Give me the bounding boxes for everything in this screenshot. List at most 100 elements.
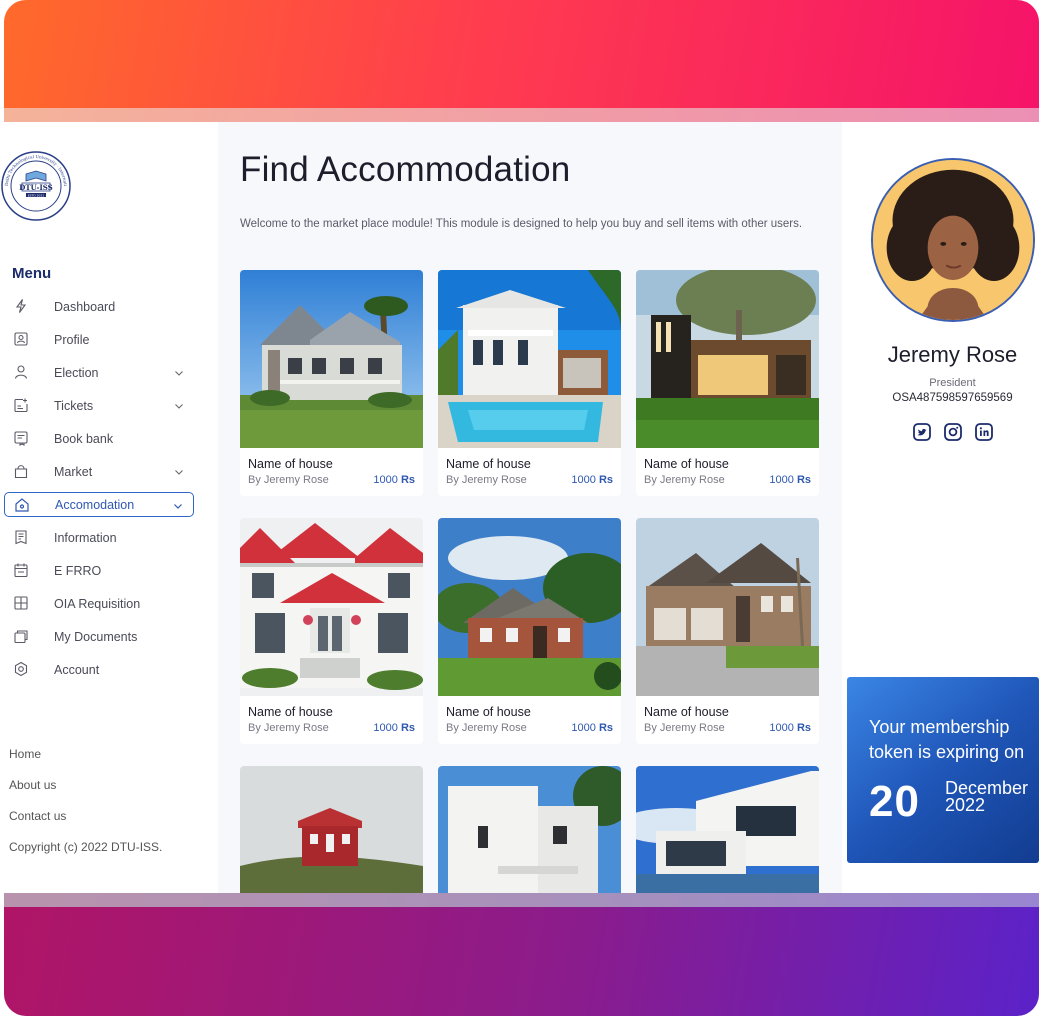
sidebar-item-label: Market bbox=[54, 464, 93, 479]
sidebar-item-book-bank[interactable]: Book bank bbox=[4, 422, 194, 455]
top-band-strip bbox=[4, 108, 1039, 122]
sidebar-menu: Dashboard Profile Election Tickets Book … bbox=[4, 290, 194, 686]
user-icon bbox=[13, 364, 29, 380]
svg-text:DTU-ISS: DTU-ISS bbox=[19, 183, 52, 192]
price-unit: Rs bbox=[400, 474, 415, 486]
chevron-down-icon[interactable] bbox=[174, 367, 184, 377]
house-card[interactable]: Name of house By Jeremy Rose 1000 Rs bbox=[240, 518, 423, 744]
sidebar-item-oia-requisition[interactable]: OIA Requisition bbox=[4, 587, 194, 620]
house-name: Name of house bbox=[446, 457, 531, 471]
calendar-icon bbox=[13, 562, 29, 578]
house-name: Name of house bbox=[248, 457, 333, 471]
white-villa-pool-photo bbox=[438, 270, 621, 448]
profile-card-icon bbox=[13, 331, 29, 347]
sidebar-item-dashboard[interactable]: Dashboard bbox=[4, 290, 194, 323]
token-month-year: December 2022 bbox=[945, 779, 1028, 815]
top-decor-band bbox=[4, 0, 1039, 122]
instagram-icon[interactable] bbox=[943, 422, 963, 442]
sidebar-item-label: Account bbox=[54, 662, 100, 677]
grey-cottage-photo bbox=[240, 270, 423, 448]
membership-token-card: Your membership token is expiring on 20 … bbox=[847, 677, 1039, 863]
sidebar-item-tickets[interactable]: Tickets bbox=[4, 389, 194, 422]
modern-wood-house-photo bbox=[636, 270, 819, 448]
footer-link-contact[interactable]: Contact us bbox=[9, 809, 162, 840]
ticket-icon bbox=[13, 397, 29, 413]
price-amount: 1000 bbox=[571, 474, 596, 486]
house-price: 1000 Rs bbox=[373, 474, 415, 486]
profile-role: President bbox=[929, 377, 976, 389]
bolt-icon bbox=[13, 298, 29, 314]
bottom-decor-band bbox=[4, 893, 1039, 1016]
sidebar-item-label: Dashboard bbox=[54, 299, 116, 314]
price-amount: 1000 bbox=[769, 474, 794, 486]
sidebar-item-label: Election bbox=[54, 365, 99, 380]
sidebar-item-label: Accomodation bbox=[55, 497, 135, 512]
chevron-down-icon[interactable] bbox=[174, 466, 184, 476]
sidebar-item-profile[interactable]: Profile bbox=[4, 323, 194, 356]
sidebar-item-label: Information bbox=[54, 530, 117, 545]
house-card[interactable]: Name of house By Jeremy Rose 1000 Rs bbox=[240, 270, 423, 496]
price-amount: 1000 bbox=[769, 722, 794, 734]
house-price: 1000 Rs bbox=[769, 474, 811, 486]
main-content: Find Accommodation Welcome to the market… bbox=[218, 122, 842, 893]
price-unit: Rs bbox=[598, 722, 613, 734]
price-unit: Rs bbox=[598, 474, 613, 486]
social-links bbox=[912, 422, 994, 442]
price-unit: Rs bbox=[400, 722, 415, 734]
red-hut-hill-photo bbox=[240, 766, 423, 893]
footer-link-about[interactable]: About us bbox=[9, 778, 162, 809]
sidebar-item-label: OIA Requisition bbox=[54, 596, 141, 611]
token-year: 2022 bbox=[945, 795, 986, 815]
house-card[interactable] bbox=[438, 766, 621, 893]
sidebar-item-election[interactable]: Election bbox=[4, 356, 194, 389]
sidebar-item-label: Profile bbox=[54, 332, 90, 347]
house-name: Name of house bbox=[644, 457, 729, 471]
sidebar-item-accomodation[interactable]: Accomodation bbox=[4, 492, 194, 517]
house-card[interactable]: Name of house By Jeremy Rose 1000 Rs bbox=[636, 518, 819, 744]
settings-icon bbox=[13, 661, 29, 677]
chevron-down-icon[interactable] bbox=[174, 400, 184, 410]
chevron-down-icon[interactable] bbox=[173, 500, 183, 510]
house-price: 1000 Rs bbox=[769, 722, 811, 734]
sidebar-item-my-documents[interactable]: My Documents bbox=[4, 620, 194, 653]
twitter-icon[interactable] bbox=[912, 422, 932, 442]
price-amount: 1000 bbox=[373, 474, 398, 486]
sidebar-item-market[interactable]: Market bbox=[4, 455, 194, 488]
footer-links: Home About us Contact us Copyright (c) 2… bbox=[9, 747, 162, 871]
footer-link-home[interactable]: Home bbox=[9, 747, 162, 778]
house-card[interactable] bbox=[636, 766, 819, 893]
price-amount: 1000 bbox=[571, 722, 596, 734]
profile-name: Jeremy Rose bbox=[887, 342, 1018, 367]
page-title: Find Accommodation bbox=[240, 150, 571, 189]
price-unit: Rs bbox=[796, 474, 811, 486]
book-icon bbox=[13, 430, 29, 446]
grid-icon bbox=[13, 595, 29, 611]
sidebar-item-e-frro[interactable]: E FRRO bbox=[4, 554, 194, 587]
avatar[interactable] bbox=[871, 158, 1035, 322]
sidebar-item-label: Book bank bbox=[54, 431, 114, 446]
menu-title: Menu bbox=[12, 265, 52, 282]
house-owner: By Jeremy Rose bbox=[248, 722, 329, 734]
modern-glass-villa-photo bbox=[636, 766, 819, 893]
sidebar-item-label: My Documents bbox=[54, 629, 138, 644]
sidebar-item-label: E FRRO bbox=[54, 563, 102, 578]
house-owner: By Jeremy Rose bbox=[446, 722, 527, 734]
sidebar-item-information[interactable]: Information bbox=[4, 521, 194, 554]
linkedin-icon[interactable] bbox=[974, 422, 994, 442]
home-icon bbox=[14, 497, 30, 513]
house-price: 1000 Rs bbox=[571, 722, 613, 734]
dtu-iss-logo[interactable]: DTU-ISS ESTD 2021 Delhi Technological Un… bbox=[0, 146, 72, 222]
house-card[interactable]: Name of house By Jeremy Rose 1000 Rs bbox=[438, 518, 621, 744]
house-owner: By Jeremy Rose bbox=[248, 474, 329, 486]
price-amount: 1000 bbox=[373, 722, 398, 734]
token-day: 20 bbox=[869, 777, 920, 826]
house-card[interactable]: Name of house By Jeremy Rose 1000 Rs bbox=[438, 270, 621, 496]
white-block-house-photo bbox=[438, 766, 621, 893]
copyright-text: Copyright (c) 2022 DTU-ISS. bbox=[9, 840, 163, 854]
house-card[interactable]: Name of house By Jeremy Rose 1000 Rs bbox=[636, 270, 819, 496]
house-card[interactable] bbox=[240, 766, 423, 893]
sidebar-item-account[interactable]: Account bbox=[4, 653, 194, 686]
house-owner: By Jeremy Rose bbox=[644, 722, 725, 734]
house-price: 1000 Rs bbox=[571, 474, 613, 486]
document-icon bbox=[13, 529, 29, 545]
